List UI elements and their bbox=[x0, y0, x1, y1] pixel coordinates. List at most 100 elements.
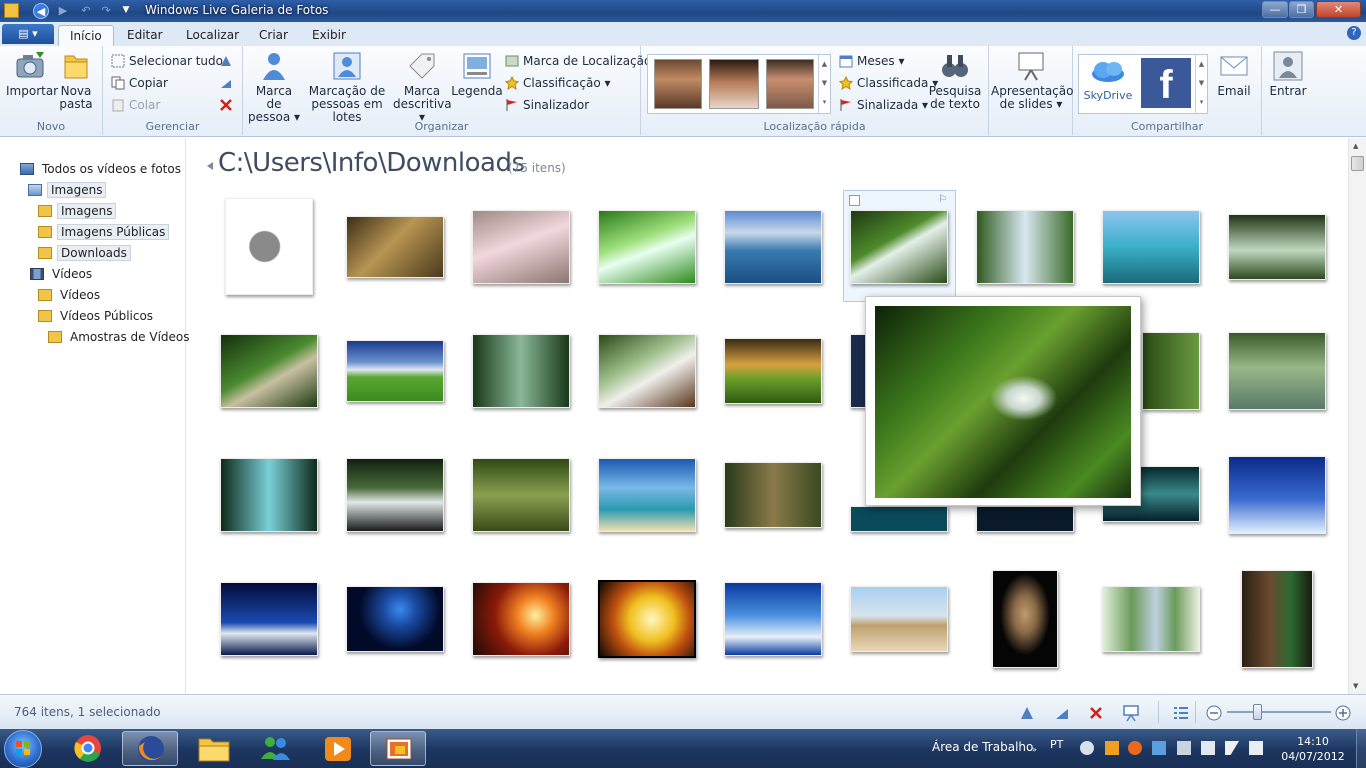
photo-thumbnail[interactable] bbox=[724, 462, 822, 528]
gallery-scroll[interactable]: ▲ ▼ ▾ bbox=[818, 55, 830, 113]
import-button[interactable]: Importar bbox=[6, 50, 58, 98]
taskbar-explorer[interactable] bbox=[186, 731, 242, 766]
flag-icon[interactable]: ⚐ bbox=[938, 194, 949, 205]
photo-thumbnail[interactable] bbox=[346, 216, 444, 278]
slideshow-button[interactable]: Apresentação de slides ▾ bbox=[991, 50, 1073, 111]
photo-thumbnail[interactable] bbox=[346, 340, 444, 402]
zoom-out-icon[interactable] bbox=[1205, 704, 1223, 722]
person-thumb[interactable] bbox=[766, 59, 814, 109]
details-view-icon[interactable] bbox=[1172, 704, 1190, 722]
delete-x-icon[interactable] bbox=[1087, 704, 1105, 722]
device-icon[interactable] bbox=[1177, 741, 1191, 755]
rated-button[interactable]: Classificada ▾ bbox=[838, 74, 938, 92]
zoom-in-icon[interactable] bbox=[1334, 704, 1352, 722]
photo-thumbnail[interactable] bbox=[472, 458, 570, 532]
photo-thumbnail[interactable] bbox=[346, 458, 444, 532]
flag-button[interactable]: Sinalizador bbox=[505, 96, 589, 114]
quick-access-dropdown-icon[interactable]: ▼ bbox=[118, 3, 134, 19]
taskbar-messenger[interactable] bbox=[248, 731, 304, 766]
tree-imagens[interactable]: Imagens bbox=[28, 181, 107, 200]
update-icon[interactable] bbox=[1152, 741, 1166, 755]
photo-thumbnail[interactable] bbox=[724, 338, 822, 404]
person-thumb[interactable] bbox=[709, 59, 759, 109]
photo-thumbnail[interactable] bbox=[1241, 570, 1313, 668]
photo-thumbnail[interactable] bbox=[1102, 210, 1200, 284]
paste-button[interactable]: Colar bbox=[111, 96, 160, 114]
select-all-button[interactable]: Selecionar tudo bbox=[111, 52, 223, 70]
delete-button[interactable] bbox=[219, 96, 237, 114]
language-indicator[interactable]: PT bbox=[1050, 738, 1063, 751]
chevron-icon[interactable]: » bbox=[1032, 745, 1037, 754]
undo-icon[interactable]: ↶ bbox=[78, 3, 94, 19]
photo-thumbnail[interactable] bbox=[724, 210, 822, 284]
person-thumb[interactable] bbox=[654, 59, 702, 109]
geotag-button[interactable]: Marca de Localização bbox=[505, 52, 651, 70]
copy-button[interactable]: Copiar bbox=[111, 74, 168, 92]
photo-thumbnail[interactable] bbox=[850, 586, 948, 652]
collapse-arrow-icon[interactable] bbox=[207, 162, 213, 170]
zoom-slider-track[interactable] bbox=[1227, 711, 1331, 713]
close-button[interactable]: ✕ bbox=[1316, 1, 1361, 18]
tree-amostras-videos[interactable]: Amostras de Vídeos bbox=[48, 328, 193, 347]
photo-thumbnail[interactable] bbox=[225, 198, 313, 295]
help-icon[interactable]: ? bbox=[1347, 26, 1361, 40]
tree-imagens-sub[interactable]: Imagens bbox=[38, 202, 117, 221]
photo-thumbnail[interactable] bbox=[1228, 214, 1326, 280]
security-icon[interactable] bbox=[1105, 741, 1119, 755]
taskbar-chrome[interactable] bbox=[60, 731, 116, 766]
photo-thumbnail[interactable] bbox=[472, 582, 570, 656]
photo-thumbnail[interactable] bbox=[850, 210, 948, 284]
back-arrow-icon[interactable]: ◀ bbox=[33, 3, 49, 19]
photo-thumbnail[interactable] bbox=[976, 210, 1074, 284]
new-folder-button[interactable]: Nova pasta bbox=[58, 50, 94, 111]
show-desktop-button[interactable] bbox=[1356, 729, 1366, 768]
network-icon[interactable] bbox=[1201, 741, 1215, 755]
rotate-right-icon[interactable] bbox=[1053, 704, 1071, 722]
photo-thumbnail[interactable] bbox=[850, 506, 948, 532]
rotate-right-button[interactable] bbox=[219, 74, 237, 92]
rating-button[interactable]: Classificação ▾ bbox=[504, 74, 611, 92]
start-button[interactable] bbox=[4, 730, 42, 768]
flagged-button[interactable]: Sinalizada ▾ bbox=[839, 96, 928, 114]
photo-thumbnail[interactable] bbox=[220, 582, 318, 656]
tree-videos-publicos[interactable]: Vídeos Públicos bbox=[38, 307, 156, 326]
slideshow-icon[interactable] bbox=[1122, 704, 1140, 722]
share-gallery-scroll[interactable]: ▲ ▼ ▾ bbox=[1195, 55, 1207, 113]
scroll-up-icon[interactable]: ▲ bbox=[1353, 142, 1358, 150]
firefox-tray-icon[interactable] bbox=[1128, 741, 1142, 755]
desktop-toolbar-label[interactable]: Área de Trabalho bbox=[932, 740, 1033, 754]
skydrive-button[interactable]: SkyDrive bbox=[1082, 58, 1134, 110]
maximize-button[interactable]: ❐ bbox=[1289, 1, 1314, 18]
photo-thumbnail[interactable] bbox=[346, 586, 444, 652]
email-button[interactable]: Email bbox=[1211, 50, 1257, 98]
vertical-scrollbar[interactable]: ▲ ▼ bbox=[1348, 138, 1366, 694]
scrollbar-thumb[interactable] bbox=[1351, 156, 1364, 171]
photo-thumbnail[interactable] bbox=[598, 334, 696, 408]
caption-button[interactable]: Legenda bbox=[451, 50, 503, 98]
tree-videos[interactable]: Vídeos bbox=[30, 265, 95, 284]
tab-exibir[interactable]: Exibir bbox=[301, 25, 357, 46]
photo-thumbnail[interactable] bbox=[598, 580, 696, 658]
photo-thumbnail[interactable] bbox=[724, 582, 822, 656]
photo-thumbnail[interactable] bbox=[472, 210, 570, 284]
taskbar-media-player[interactable] bbox=[310, 731, 366, 766]
photo-thumbnail[interactable] bbox=[1228, 332, 1326, 410]
batch-people-tag-button[interactable]: Marcação de pessoas em lotes bbox=[301, 50, 393, 124]
photo-thumbnail[interactable] bbox=[220, 334, 318, 408]
person-tag-button[interactable]: Marca de pessoa ▾ bbox=[247, 50, 301, 124]
redo-icon[interactable]: ↷ bbox=[98, 3, 114, 19]
rotate-left-icon[interactable] bbox=[1018, 704, 1036, 722]
scroll-down-icon[interactable]: ▼ bbox=[1353, 682, 1358, 690]
network-speed-icon[interactable] bbox=[1080, 741, 1094, 755]
taskbar-firefox[interactable] bbox=[122, 731, 178, 766]
photo-thumbnail[interactable] bbox=[472, 334, 570, 408]
select-checkbox[interactable] bbox=[849, 195, 860, 206]
app-icon[interactable] bbox=[4, 3, 19, 18]
photo-thumbnail[interactable] bbox=[1102, 586, 1200, 652]
rotate-left-button[interactable] bbox=[219, 52, 237, 70]
photo-thumbnail[interactable] bbox=[598, 458, 696, 532]
sign-in-button[interactable]: Entrar bbox=[1266, 50, 1310, 98]
taskbar-photo-gallery[interactable] bbox=[370, 731, 426, 766]
photo-thumbnail[interactable] bbox=[598, 210, 696, 284]
forward-arrow-icon[interactable]: ▶ bbox=[55, 3, 71, 19]
